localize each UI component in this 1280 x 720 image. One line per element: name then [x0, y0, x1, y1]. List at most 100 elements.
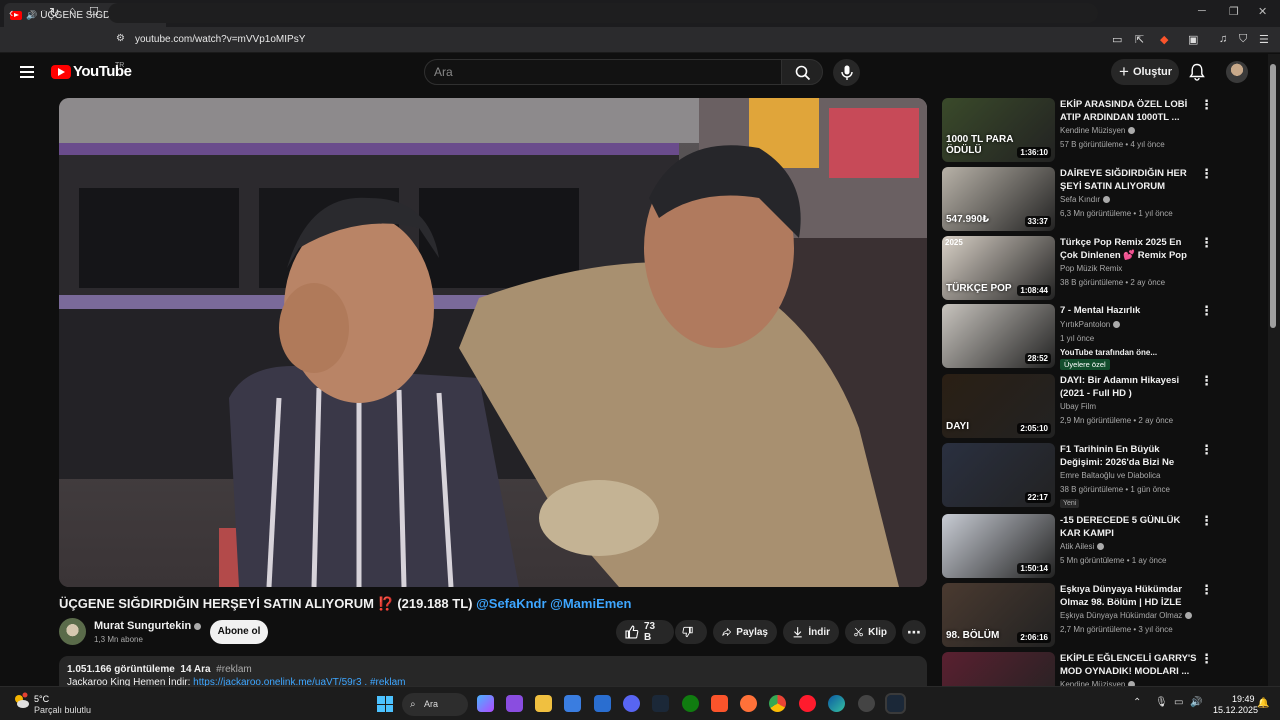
taskbar-time[interactable]: 19:49	[1232, 694, 1255, 704]
music-icon[interactable]: ♫	[1219, 33, 1227, 45]
download-button[interactable]: İndir	[783, 620, 839, 644]
bookmark-icon[interactable]: ☐	[89, 5, 99, 18]
subscribe-button[interactable]: Abone ol	[210, 620, 268, 644]
notification-center-icon[interactable]: 🔔	[1257, 698, 1269, 709]
recommendation-item[interactable]: 547.990₺ 33:37 DAİREYE SIĞDIRDIĞIN HER ŞEY…	[942, 167, 1247, 231]
channel-avatar[interactable]	[59, 618, 86, 645]
copilot-icon[interactable]	[477, 695, 494, 712]
maximize-icon[interactable]: ❐	[1229, 5, 1239, 18]
recommendation-item[interactable]: 28:52 7 - Mental Hazırlık YırtıkPantolon 1 …	[942, 304, 1247, 370]
brave-shield-icon[interactable]: ◆	[1160, 33, 1168, 46]
recommendation-thumbnail[interactable]: 28:52	[942, 304, 1055, 368]
tray-network-icon[interactable]: ▭	[1174, 697, 1183, 708]
app-icon-2[interactable]	[858, 695, 875, 712]
more-vert-icon[interactable]: ⋮	[1200, 374, 1213, 387]
recommendation-channel[interactable]: Kendine Müzisyen	[1060, 126, 1136, 135]
steam-active-icon[interactable]	[885, 693, 906, 714]
firefox-icon[interactable]	[740, 695, 757, 712]
more-vert-icon[interactable]: ⋮	[1200, 304, 1213, 317]
recommendation-channel[interactable]: Pop Müzik Remix	[1060, 264, 1122, 273]
voice-search-button[interactable]	[833, 59, 860, 86]
brave-icon[interactable]	[711, 695, 728, 712]
recommendation-title[interactable]: F1 Tarihinin En Büyük Değişimi: 2026'da …	[1060, 443, 1200, 470]
minimize-icon[interactable]: ─	[1198, 5, 1206, 17]
tray-volume-icon[interactable]: 🔊	[1190, 697, 1202, 708]
opera-icon[interactable]	[799, 695, 816, 712]
description-tag[interactable]: #reklam	[216, 664, 252, 675]
account-avatar[interactable]	[1226, 61, 1248, 83]
channel-name[interactable]: Murat Sungurtekin	[94, 620, 202, 632]
cast-icon[interactable]: ▭	[1112, 33, 1122, 46]
recommendation-item[interactable]: 22:17 F1 Tarihinin En Büyük Değişimi: 202…	[942, 443, 1247, 508]
windows-start-icon[interactable]	[377, 696, 393, 712]
search-button[interactable]	[781, 59, 823, 85]
recommendation-item[interactable]: 2025 TÜRKÇE POP 1:08:44 Türkçe Pop Remix 20…	[942, 236, 1247, 300]
share-button[interactable]: Paylaş	[713, 620, 777, 644]
recommendation-thumbnail[interactable]: 2025 TÜRKÇE POP 1:08:44	[942, 236, 1055, 300]
like-button[interactable]: 73 B	[616, 620, 674, 644]
recommendation-thumbnail[interactable]: 22:17	[942, 443, 1055, 507]
recommendation-thumbnail[interactable]: 1:50:14	[942, 514, 1055, 578]
more-vert-icon[interactable]: ⋮	[1200, 98, 1213, 111]
more-vert-icon[interactable]: ⋮	[1200, 652, 1213, 665]
sidebar-toggle-icon[interactable]: ▣	[1188, 33, 1198, 46]
weather-temperature[interactable]: 5°C	[34, 694, 49, 704]
microsoft-store-icon[interactable]	[564, 695, 581, 712]
back-icon[interactable]: ‹	[9, 5, 13, 20]
recommendation-channel[interactable]: Eşkıya Dünyaya Hükümdar Olmaz	[1060, 611, 1193, 620]
weather-description[interactable]: Parçalı bulutlu	[34, 705, 91, 715]
recommendation-title[interactable]: DAİREYE SIĞDIRDIĞIN HER ŞEYİ SATIN ALIYO…	[1060, 167, 1200, 193]
home-icon[interactable]: ⌂	[69, 5, 76, 17]
clip-button[interactable]: Klip	[845, 620, 896, 644]
scrollbar-thumb[interactable]	[1270, 64, 1276, 328]
recommendation-channel[interactable]: YırtıkPantolon	[1060, 320, 1121, 329]
more-vert-icon[interactable]: ⋮	[1200, 514, 1213, 527]
recommendation-title[interactable]: EKİPLE EĞLENCELİ GARRY'S MOD OYNADIK! MO…	[1060, 652, 1200, 678]
recommendation-title[interactable]: 7 - Mental Hazırlık	[1060, 304, 1200, 317]
recommendation-thumbnail[interactable]: 547.990₺ 33:37	[942, 167, 1055, 231]
recommendation-thumbnail[interactable]: 1000 TL PARA ÖDÜLÜ 1:36:10	[942, 98, 1055, 162]
search-input[interactable]	[424, 59, 782, 85]
taskbar-date[interactable]: 15.12.2025	[1213, 705, 1258, 715]
file-explorer-icon[interactable]	[535, 695, 552, 712]
url-field[interactable]	[108, 3, 1098, 23]
more-actions-button[interactable]: ⋯	[902, 620, 926, 644]
create-button[interactable]: + Oluştur	[1111, 59, 1179, 85]
notifications-button[interactable]	[1189, 63, 1205, 86]
forward-icon[interactable]: ›	[30, 5, 34, 20]
recommendation-channel[interactable]: Sefa Kındır	[1060, 195, 1111, 204]
guide-menu-icon[interactable]	[20, 66, 34, 81]
recommendation-thumbnail[interactable]: 98. BÖLÜM 2:06:16	[942, 583, 1055, 647]
steam-icon[interactable]	[652, 695, 669, 712]
video-player[interactable]	[59, 98, 927, 587]
site-info-icon[interactable]: ⚙	[116, 33, 125, 44]
recommendation-channel[interactable]: Atik Ailesi	[1060, 542, 1105, 551]
more-vert-icon[interactable]: ⋮	[1200, 167, 1213, 180]
youtube-logo-icon[interactable]	[51, 65, 71, 79]
recommendation-item[interactable]: 98. BÖLÜM 2:06:16 Eşkıya Dünyaya Hükümdar …	[942, 583, 1247, 647]
taskbar-search[interactable]: ⌕ Ara	[402, 693, 468, 716]
recommendation-title[interactable]: Eşkıya Dünyaya Hükümdar Olmaz 98. Bölüm …	[1060, 583, 1200, 609]
recommendation-thumbnail[interactable]: DAYI 2:05:10	[942, 374, 1055, 438]
more-vert-icon[interactable]: ⋮	[1200, 443, 1213, 456]
video-title-mentions[interactable]: @SefaKndr @MamiEmen	[476, 596, 631, 611]
window-close-icon[interactable]: ✕	[1258, 5, 1267, 18]
weather-partly-cloudy-icon[interactable]	[12, 692, 30, 710]
more-vert-icon[interactable]: ⋮	[1200, 236, 1213, 249]
recommendation-channel[interactable]: Ubay Film	[1060, 402, 1096, 411]
recommendation-title[interactable]: EKİP ARASINDA ÖZEL LOBİ ATIP ARDINDAN 10…	[1060, 98, 1200, 124]
recommendation-title[interactable]: DAYI: Bir Adamın Hikayesi (2021 - Full H…	[1060, 374, 1200, 400]
edge-icon[interactable]	[828, 695, 845, 712]
reload-icon[interactable]: ↻	[49, 5, 60, 21]
recommendation-item[interactable]: 1000 TL PARA ÖDÜLÜ 1:36:10 EKİP ARASINDA Ö…	[942, 98, 1247, 162]
more-vert-icon[interactable]: ⋮	[1200, 583, 1213, 596]
app-icon[interactable]	[506, 695, 523, 712]
tray-chevron-icon[interactable]: ⌃	[1133, 697, 1141, 708]
menu-icon[interactable]: ☰	[1259, 33, 1269, 46]
recommendation-title[interactable]: -15 DERECEDE 5 GÜNLÜK KAR KAMPI	[1060, 514, 1200, 540]
xbox-icon[interactable]	[682, 695, 699, 712]
mail-icon[interactable]	[594, 695, 611, 712]
dislike-button[interactable]	[675, 620, 707, 644]
share-page-icon[interactable]: ⇱	[1135, 33, 1144, 46]
tray-mic-icon[interactable]: 🎙	[1155, 697, 1168, 708]
